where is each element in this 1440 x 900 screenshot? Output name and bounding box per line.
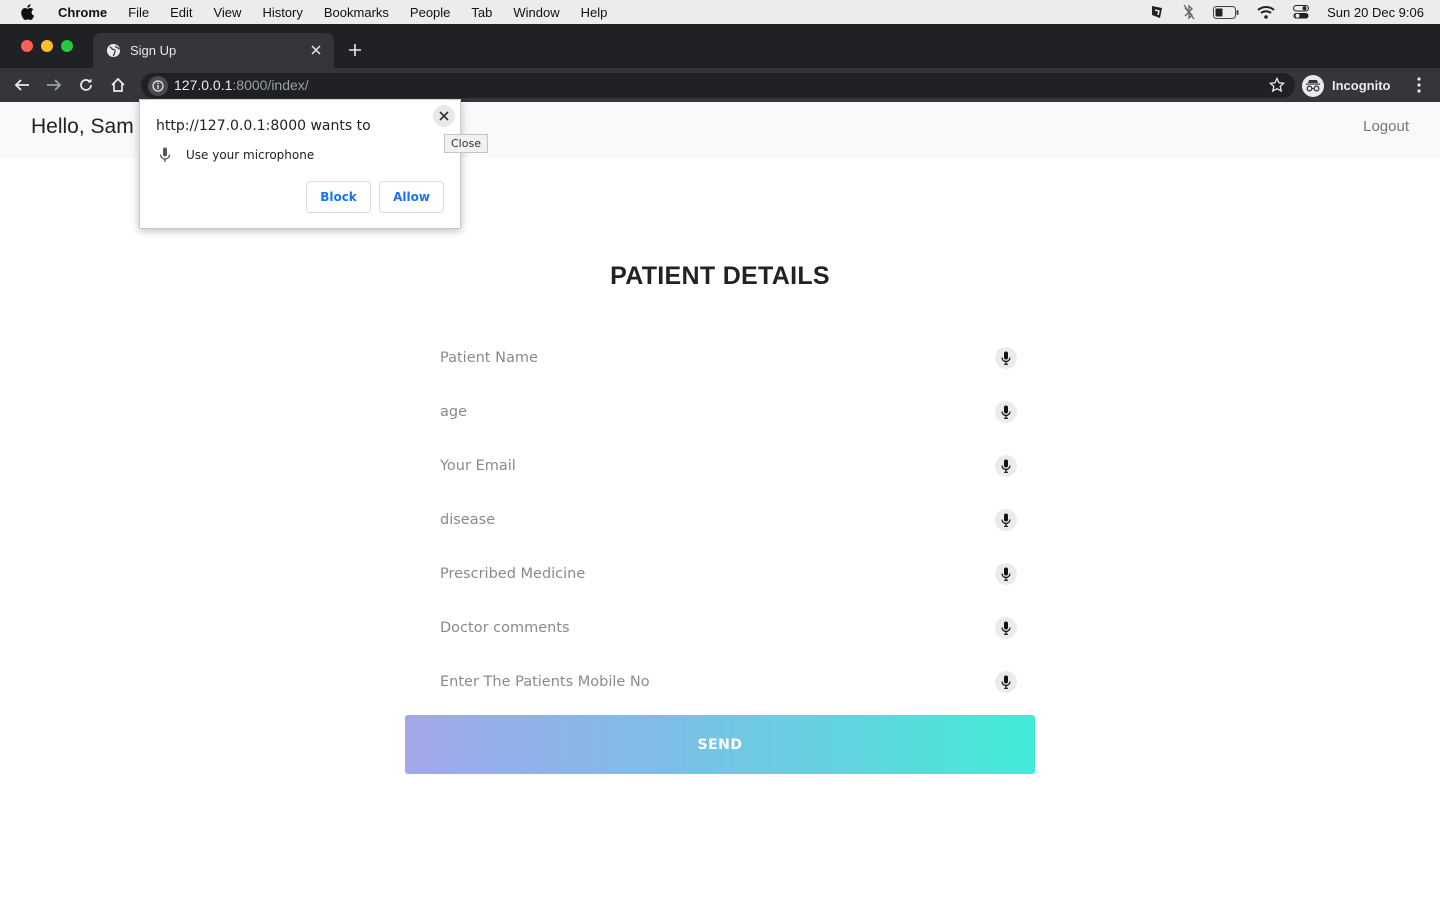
menu-bookmarks[interactable]: Bookmarks [324,5,389,20]
menubar-clock[interactable]: Sun 20 Dec 9:06 [1327,5,1424,20]
allow-button[interactable]: Allow [379,181,444,213]
permission-title: http://127.0.0.1:8000 wants to [156,118,371,134]
address-bar[interactable]: 127.0.0.1:8000/index/ [141,73,1295,98]
window-close-button[interactable] [21,40,33,52]
incognito-label: Incognito [1332,78,1391,93]
wifi-icon[interactable] [1257,5,1275,19]
microphone-icon[interactable] [995,401,1017,423]
control-center-icon[interactable] [1293,5,1310,19]
microphone-icon [159,147,171,167]
microphone-icon[interactable] [995,563,1017,585]
bookmark-star-icon[interactable] [1268,76,1286,98]
email-input[interactable] [430,446,1030,486]
home-icon[interactable] [109,76,127,94]
menu-file[interactable]: File [128,5,149,20]
back-arrow-icon[interactable] [13,76,31,94]
menu-edit[interactable]: Edit [170,5,192,20]
doctor-comments-input[interactable] [430,608,1030,648]
microphone-icon[interactable] [995,671,1017,693]
browser-tab-active[interactable]: Sign Up [93,33,334,68]
browser-menu-icon[interactable] [1410,76,1428,94]
close-icon[interactable] [433,105,455,127]
block-button[interactable]: Block [306,181,371,213]
microphone-icon[interactable] [995,455,1017,477]
prescribed-medicine-field [430,554,1030,594]
microphone-icon[interactable] [995,617,1017,639]
tab-close-icon[interactable] [308,42,324,58]
mobile-number-field [430,662,1030,702]
reload-icon[interactable] [77,76,95,94]
globe-icon [106,43,121,58]
microphone-icon[interactable] [995,347,1017,369]
menu-history[interactable]: History [262,5,302,20]
patient-name-field [430,338,1030,378]
bluetooth-off-icon[interactable] [1183,4,1195,20]
send-button[interactable]: SEND [405,715,1035,774]
vpn-shield-icon[interactable] [1149,4,1165,20]
battery-icon[interactable] [1213,5,1239,19]
microphone-permission-dialog: http://127.0.0.1:8000 wants to Use your … [139,99,461,229]
incognito-profile-button[interactable]: Incognito [1302,73,1391,98]
disease-input[interactable] [430,500,1030,540]
forward-arrow-icon[interactable] [45,76,63,94]
age-input[interactable] [430,392,1030,432]
greeting-text: Hello, Sam [31,115,134,138]
prescribed-medicine-input[interactable] [430,554,1030,594]
url-host: 127.0.0.1 [174,77,233,93]
mobile-number-input[interactable] [430,662,1030,702]
menu-tab[interactable]: Tab [471,5,492,20]
tab-title: Sign Up [130,43,177,58]
url-path: :8000/index/ [232,77,309,93]
macos-menu-bar: Chrome File Edit View History Bookmarks … [0,0,1440,24]
microphone-icon[interactable] [995,509,1017,531]
new-tab-button[interactable] [345,40,365,60]
menu-help[interactable]: Help [581,5,608,20]
close-tooltip: Close [444,134,488,153]
disease-field [430,500,1030,540]
page-title: PATIENT DETAILS [610,262,830,290]
doctor-comments-field [430,608,1030,648]
menu-window[interactable]: Window [513,5,559,20]
apple-icon[interactable] [20,4,38,20]
menu-people[interactable]: People [410,5,450,20]
permission-request-text: Use your microphone [186,148,315,162]
email-field [430,446,1030,486]
age-field [430,392,1030,432]
incognito-icon [1302,74,1324,97]
window-zoom-button[interactable] [61,40,73,52]
site-info-icon[interactable] [148,76,168,96]
patient-name-input[interactable] [430,338,1030,378]
menu-app-name[interactable]: Chrome [58,5,107,20]
logout-link[interactable]: Logout [1363,118,1409,135]
window-minimize-button[interactable] [41,40,53,52]
url-text[interactable]: 127.0.0.1:8000/index/ [174,77,309,93]
status-area: Sun 20 Dec 9:06 [1149,0,1440,24]
menu-view[interactable]: View [213,5,241,20]
